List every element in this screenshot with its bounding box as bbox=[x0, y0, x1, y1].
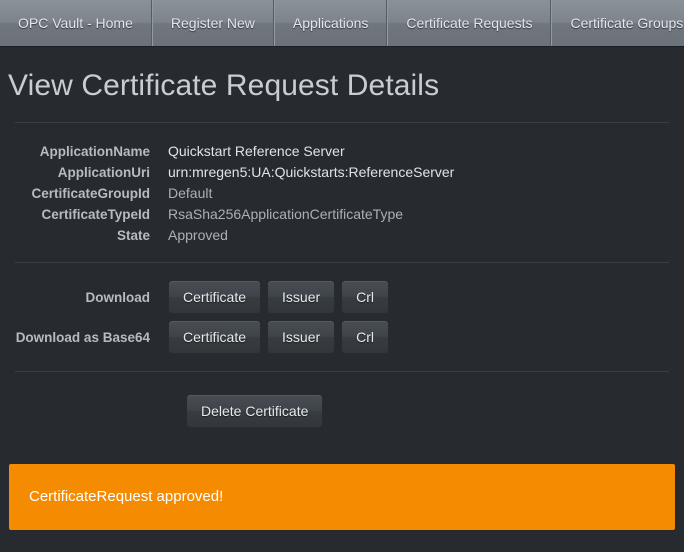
detail-value-certificate-type-id: RsaSha256ApplicationCertificateType bbox=[168, 206, 404, 222]
download-certificate-button[interactable]: Certificate bbox=[168, 280, 262, 314]
detail-row-application-name: ApplicationName Quickstart Reference Ser… bbox=[15, 141, 669, 162]
nav-item-opc-vault-home[interactable]: OPC Vault - Home bbox=[0, 0, 152, 46]
download-row: Download Certificate Issuer Crl bbox=[15, 280, 669, 314]
detail-value-certificate-group-id: Default bbox=[168, 185, 213, 201]
detail-value-application-name: Quickstart Reference Server bbox=[168, 143, 345, 159]
main-navigation: OPC Vault - Home Register New Applicatio… bbox=[0, 0, 684, 47]
detail-label: ApplicationUri bbox=[57, 165, 150, 180]
nav-item-label: Certificate Requests bbox=[406, 15, 533, 31]
nav-item-label: Register New bbox=[170, 15, 255, 31]
detail-value-application-uri: urn:mregen5:UA:Quickstarts:ReferenceServ… bbox=[168, 164, 455, 180]
nav-item-certificate-requests[interactable]: Certificate Requests bbox=[387, 0, 552, 46]
download-label: Download bbox=[85, 289, 151, 305]
download-crl-button[interactable]: Crl bbox=[341, 280, 390, 314]
detail-label: ApplicationName bbox=[39, 144, 150, 159]
detail-label: CertificateGroupId bbox=[31, 186, 150, 201]
download-base64-certificate-button[interactable]: Certificate bbox=[168, 320, 262, 354]
delete-offset-spacer bbox=[15, 394, 186, 428]
detail-value-state: Approved bbox=[168, 227, 228, 243]
download-issuer-button[interactable]: Issuer bbox=[267, 280, 336, 314]
detail-label: State bbox=[116, 228, 150, 243]
detail-row-application-uri: ApplicationUri urn:mregen5:UA:Quickstart… bbox=[15, 162, 669, 183]
detail-row-certificate-group-id: CertificateGroupId Default bbox=[15, 183, 669, 204]
detail-label: CertificateTypeId bbox=[41, 207, 150, 222]
detail-row-certificate-type-id: CertificateTypeId RsaSha256ApplicationCe… bbox=[15, 204, 669, 225]
nav-item-label: OPC Vault - Home bbox=[18, 15, 133, 31]
nav-item-applications[interactable]: Applications bbox=[273, 0, 388, 46]
nav-item-register-new[interactable]: Register New bbox=[151, 0, 274, 46]
download-base64-row: Download as Base64 Certificate Issuer Cr… bbox=[15, 320, 669, 354]
nav-item-label: Certificate Groups bbox=[570, 15, 684, 31]
status-alert-banner: CertificateRequest approved! bbox=[9, 464, 675, 530]
download-base64-crl-button[interactable]: Crl bbox=[341, 320, 390, 354]
nav-item-label: Applications bbox=[292, 15, 369, 31]
download-section: Download Certificate Issuer Crl Download… bbox=[0, 263, 684, 371]
status-alert-message: CertificateRequest approved! bbox=[29, 488, 224, 505]
download-base64-issuer-button[interactable]: Issuer bbox=[267, 320, 336, 354]
nav-item-certificate-groups[interactable]: Certificate Groups bbox=[551, 0, 684, 46]
delete-certificate-button[interactable]: Delete Certificate bbox=[186, 394, 324, 428]
download-base64-label: Download as Base64 bbox=[15, 329, 150, 345]
delete-section: Delete Certificate bbox=[0, 372, 684, 450]
detail-row-state: State Approved bbox=[15, 225, 669, 246]
certificate-request-details: ApplicationName Quickstart Reference Ser… bbox=[0, 123, 684, 262]
page-title: View Certificate Request Details bbox=[8, 69, 440, 102]
